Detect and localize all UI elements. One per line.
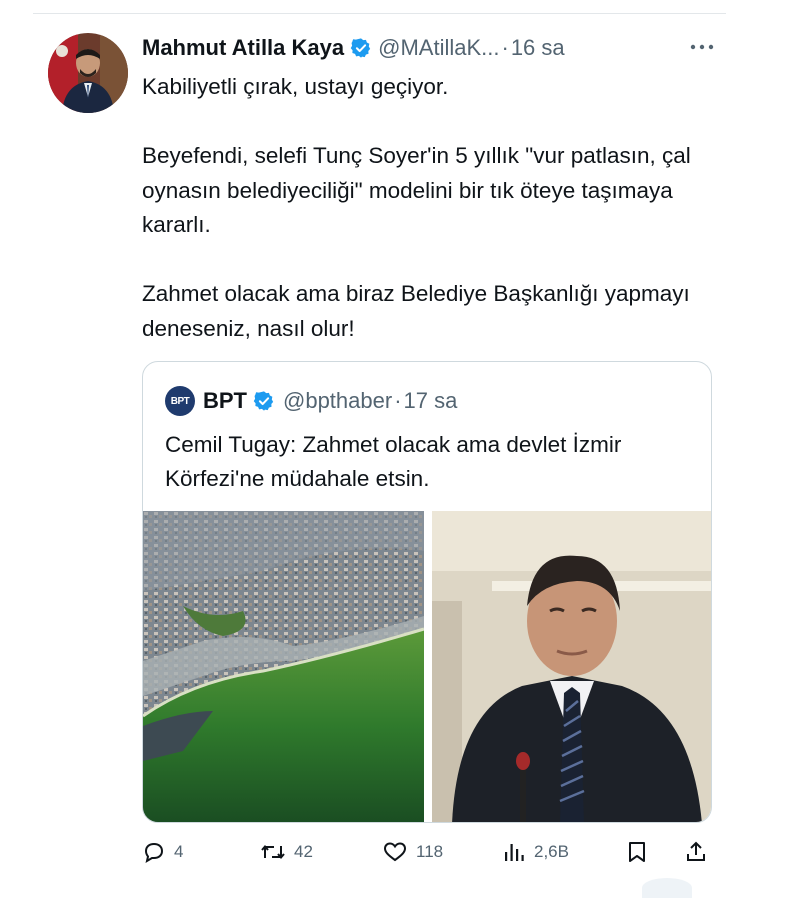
tweet-text-paragraph3: Zahmet olacak ama biraz Belediye Başkanl… <box>142 281 690 341</box>
quoted-author-avatar[interactable]: BPT <box>165 386 195 416</box>
more-horizontal-icon[interactable] <box>688 38 716 56</box>
views-count: 2,6B <box>534 842 569 861</box>
quoted-header-separator: · <box>394 388 402 413</box>
verified-badge-icon <box>350 38 371 58</box>
header-separator: · <box>501 35 509 60</box>
retweet-count: 42 <box>294 842 313 861</box>
tweet-timestamp[interactable]: 16 sa <box>511 35 565 61</box>
portrait-photo[interactable] <box>432 511 711 822</box>
quoted-tweet-timestamp[interactable]: 17 sa <box>404 388 458 414</box>
share-button[interactable] <box>684 836 708 868</box>
like-count: 118 <box>416 842 444 861</box>
reply-count: 4 <box>174 842 184 861</box>
heart-icon <box>383 842 407 862</box>
like-button[interactable]: 118 <box>382 836 443 868</box>
views-button[interactable]: 2,6B <box>502 836 569 868</box>
quoted-tweet-text: Cemil Tugay: Zahmet olacak ama devlet İz… <box>165 428 695 496</box>
tweet-text: Kabiliyetli çırak, ustayı geçiyor. Beyef… <box>142 70 712 346</box>
retweet-button[interactable]: 42 <box>260 836 313 868</box>
quoted-tweet-media <box>143 511 711 822</box>
quoted-tweet-text-content: Cemil Tugay: Zahmet olacak ama devlet İz… <box>165 432 622 491</box>
reply-icon <box>144 842 164 864</box>
quoted-tweet-header: BPT BPT @bpthaber · 17 sa <box>165 386 457 416</box>
scroll-indicator <box>642 878 692 898</box>
tweet-header: Mahmut Atilla Kaya @MAtillaK... · 16 sa <box>142 30 722 66</box>
retweet-icon <box>261 844 285 860</box>
tweet-text-paragraph2: Beyefendi, selefi Tunç Soyer'in 5 yıllık… <box>142 143 691 237</box>
quoted-author-name[interactable]: BPT <box>203 388 247 414</box>
quoted-tweet-card[interactable]: BPT BPT @bpthaber · 17 sa Cemil Tugay: Z… <box>142 361 712 823</box>
verified-badge-icon <box>253 391 274 411</box>
author-handle[interactable]: @MAtillaK... <box>378 35 499 61</box>
top-divider <box>33 13 726 14</box>
bookmark-button[interactable] <box>625 836 649 868</box>
bookmark-icon <box>629 842 645 862</box>
share-icon <box>687 841 705 861</box>
reply-button[interactable]: 4 <box>142 836 183 868</box>
views-icon <box>505 844 524 861</box>
tweet-action-bar: 4 42 118 2,6B <box>142 836 712 868</box>
aerial-bay-photo[interactable] <box>143 511 424 822</box>
quoted-author-handle[interactable]: @bpthaber <box>283 388 392 414</box>
author-display-name[interactable]: Mahmut Atilla Kaya <box>142 35 344 61</box>
author-avatar[interactable] <box>48 33 128 113</box>
tweet-text-line1: Kabiliyetli çırak, ustayı geçiyor. <box>142 74 449 99</box>
